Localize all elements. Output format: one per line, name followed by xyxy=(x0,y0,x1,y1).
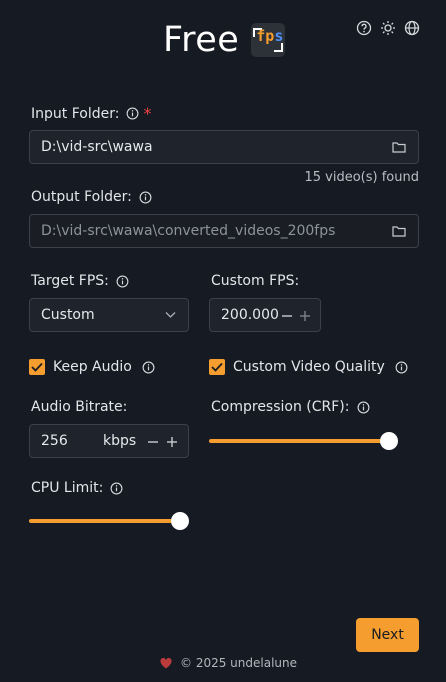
header-icons xyxy=(356,20,420,36)
input-folder-field[interactable]: D:\vid-src\wawa xyxy=(29,130,419,164)
keep-audio-row: Keep Audio xyxy=(29,359,155,375)
compression-label: Compression (CRF): xyxy=(211,399,370,415)
audio-bitrate-value: 256 xyxy=(41,433,68,449)
check-icon xyxy=(211,362,223,372)
video-count: 15 video(s) found xyxy=(304,170,420,185)
folder-icon[interactable] xyxy=(392,141,406,153)
plus-icon[interactable] xyxy=(166,436,178,448)
cpu-limit-slider-track[interactable] xyxy=(29,519,179,523)
sun-icon[interactable] xyxy=(380,20,396,36)
heart-icon xyxy=(160,657,172,668)
output-folder-field[interactable]: D:\vid-src\wawa\converted_videos_200fps xyxy=(29,214,419,248)
info-icon[interactable] xyxy=(357,401,370,414)
info-icon[interactable] xyxy=(139,191,152,204)
cpu-limit-slider-thumb[interactable] xyxy=(171,512,189,530)
custom-quality-checkbox[interactable] xyxy=(209,359,225,375)
plus-icon[interactable] xyxy=(299,310,311,322)
check-icon xyxy=(31,362,43,372)
target-fps-value: Custom xyxy=(41,307,95,323)
target-fps-select[interactable]: Custom xyxy=(29,298,189,332)
custom-quality-label: Custom Video Quality xyxy=(233,359,385,375)
cpu-limit-label: CPU Limit: xyxy=(31,480,123,496)
keep-audio-label: Keep Audio xyxy=(53,359,132,375)
custom-fps-label: Custom FPS: xyxy=(211,273,300,289)
audio-bitrate-unit: kbps xyxy=(103,433,137,449)
custom-fps-stepper[interactable]: 200.000 xyxy=(209,298,321,332)
compression-slider-track[interactable] xyxy=(209,439,387,443)
help-icon[interactable] xyxy=(356,20,372,36)
app-title: Free fps xyxy=(163,18,286,62)
keep-audio-checkbox[interactable] xyxy=(29,359,45,375)
custom-quality-row: Custom Video Quality xyxy=(209,359,408,375)
title-text: Free xyxy=(163,20,240,60)
target-fps-label: Target FPS: xyxy=(31,273,129,289)
minus-icon[interactable] xyxy=(147,436,159,448)
chevron-down-icon xyxy=(165,312,176,318)
input-folder-value: D:\vid-src\wawa xyxy=(41,139,153,155)
globe-icon[interactable] xyxy=(404,20,420,36)
minus-icon[interactable] xyxy=(281,310,293,322)
info-icon[interactable] xyxy=(126,107,139,120)
info-icon[interactable] xyxy=(395,361,408,374)
info-icon[interactable] xyxy=(110,482,123,495)
compression-slider-thumb[interactable] xyxy=(380,432,398,450)
footer: © 2025 undelalune xyxy=(160,656,297,670)
info-icon[interactable] xyxy=(116,275,129,288)
audio-bitrate-label: Audio Bitrate: xyxy=(31,399,128,415)
info-icon[interactable] xyxy=(142,361,155,374)
input-folder-label: Input Folder: * xyxy=(31,104,152,123)
output-folder-value: D:\vid-src\wawa\converted_videos_200fps xyxy=(41,223,336,239)
copyright-text: © 2025 undelalune xyxy=(180,656,297,670)
next-button[interactable]: Next xyxy=(356,618,419,652)
fps-logo: fps xyxy=(251,23,286,57)
required-mark: * xyxy=(143,104,152,123)
output-folder-label: Output Folder: xyxy=(31,189,152,205)
folder-icon[interactable] xyxy=(392,225,406,237)
custom-fps-value: 200.000 xyxy=(221,307,279,323)
audio-bitrate-stepper[interactable]: 256 kbps xyxy=(29,424,189,458)
